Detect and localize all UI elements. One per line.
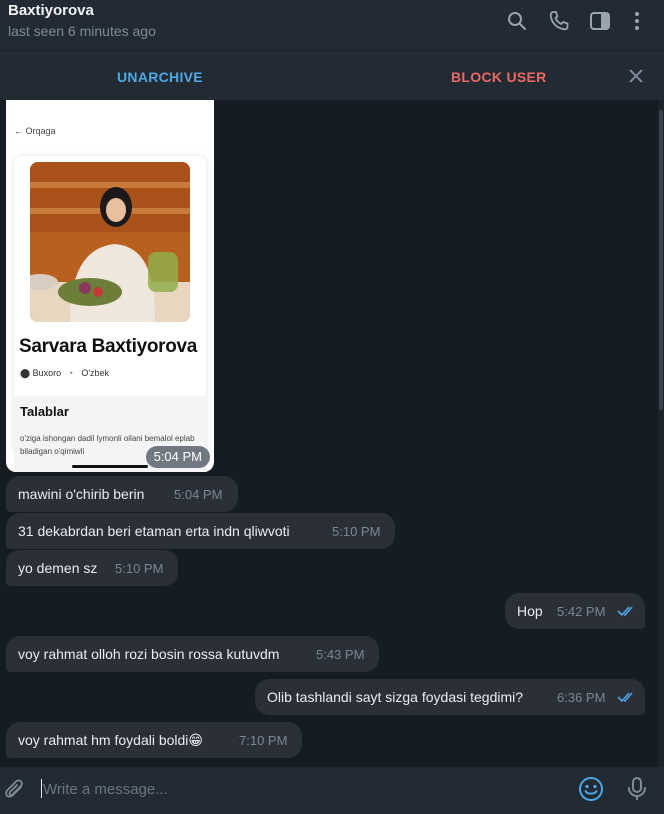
chat-title[interactable]: Baxtiyorova — [8, 2, 94, 19]
message-bubble[interactable]: Olib tashlandi sayt sizga foydasi tegdim… — [255, 679, 645, 715]
message-text: voy rahmat olloh rozi bosin rossa kutuvd… — [18, 646, 280, 662]
profile-location: ⬤ Buxoro • O'zbek — [20, 368, 109, 379]
back-label: Orqaga — [25, 126, 56, 136]
message-bubble[interactable]: voy rahmat olloh rozi bosin rossa kutuvd… — [6, 636, 379, 672]
separator-dot: • — [69, 368, 73, 378]
message-bubble[interactable]: 31 dekabrdan beri etaman erta indn qliwv… — [6, 513, 395, 549]
location-pin-icon: ⬤ — [20, 368, 31, 378]
message-time: 5:04 PM — [174, 487, 223, 502]
message-bubble[interactable]: yo demen sz 5:10 PM — [6, 550, 178, 586]
unarchive-button[interactable]: UNARCHIVE — [117, 69, 203, 85]
message-text: mawini o'chirib berin — [18, 486, 145, 502]
text-caret — [41, 779, 42, 798]
sidebar-toggle-icon[interactable] — [588, 9, 612, 33]
language-text: O'zbek — [81, 368, 110, 378]
message-time: 6:36 PM — [557, 690, 606, 705]
microphone-icon[interactable] — [626, 776, 648, 802]
message-text: voy rahmat hm foydali boldi😁 — [18, 732, 204, 748]
message-text: Olib tashlandi sayt sizga foydasi tegdim… — [267, 689, 524, 705]
message-time: 5:10 PM — [115, 561, 164, 576]
message-list[interactable]: ← Orqaga Sarvara Baxtiyorova ⬤ Buxoro • … — [0, 100, 658, 767]
emoji-icon[interactable] — [578, 776, 604, 802]
location-text: Buxoro — [32, 368, 62, 378]
phone-icon[interactable] — [547, 9, 571, 33]
message-time: 5:42 PM — [557, 604, 606, 619]
message-text: Hop — [517, 603, 543, 619]
profile-photo — [30, 162, 190, 322]
message-text: 31 dekabrdan beri etaman erta indn qliwv… — [18, 523, 290, 539]
close-icon[interactable] — [626, 66, 646, 86]
message-input[interactable] — [43, 779, 543, 799]
message-bubble[interactable]: mawini o'chirib berin 5:04 PM — [6, 476, 238, 512]
message-time: 7:10 PM — [239, 733, 288, 748]
image-timestamp: 5:04 PM — [145, 446, 210, 468]
attach-icon[interactable] — [4, 778, 26, 802]
search-icon[interactable] — [505, 9, 529, 33]
message-bubble[interactable]: Hop 5:42 PM — [505, 593, 645, 629]
scrollbar-thumb[interactable] — [659, 110, 663, 410]
block-user-button[interactable]: BLOCK USER — [451, 69, 547, 85]
message-time: 5:10 PM — [332, 524, 381, 539]
message-text: yo demen sz — [18, 560, 98, 576]
requirements-title: Talablar — [20, 404, 69, 419]
read-checkmarks-icon — [617, 692, 633, 703]
read-checkmarks-icon — [617, 606, 633, 617]
profile-name: Sarvara Baxtiyorova — [19, 336, 198, 357]
last-seen-status: last seen 6 minutes ago — [8, 23, 156, 39]
image-message[interactable]: ← Orqaga Sarvara Baxtiyorova ⬤ Buxoro • … — [6, 100, 214, 472]
chat-header: Baxtiyorova last seen 6 minutes ago — [0, 0, 664, 50]
more-options-icon[interactable] — [625, 9, 649, 33]
home-indicator — [72, 465, 148, 468]
back-link: ← Orqaga — [14, 126, 56, 136]
message-time: 5:43 PM — [316, 647, 365, 662]
message-bubble[interactable]: voy rahmat hm foydali boldi😁 7:10 PM — [6, 722, 302, 758]
action-bar: UNARCHIVE BLOCK USER — [0, 50, 664, 100]
arrow-left-icon: ← — [14, 126, 23, 136]
